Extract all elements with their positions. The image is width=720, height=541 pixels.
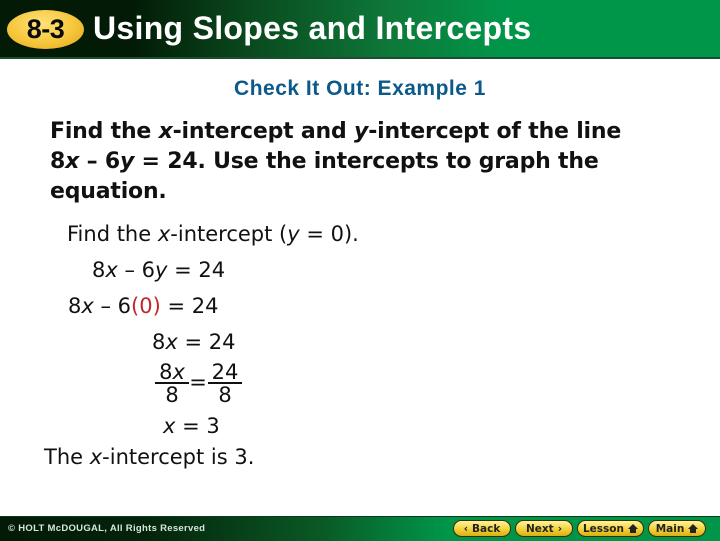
var-x: x: [172, 360, 185, 384]
step-equation-1: 8x – 6y = 24: [92, 258, 225, 282]
var-x: x: [157, 222, 171, 246]
problem-line-2: 8x – 6y = 24. Use the intercepts to grap…: [50, 147, 621, 177]
text: – 6: [79, 149, 121, 174]
text: – 6: [117, 258, 156, 282]
text: 8: [92, 258, 106, 282]
back-label: Back: [472, 522, 501, 535]
lesson-title: Using Slopes and Intercepts: [93, 10, 532, 46]
right-denominator: 8: [218, 383, 232, 407]
step-instruction: Find the x-intercept (y = 0).: [67, 222, 359, 246]
main-button[interactable]: Main: [648, 520, 706, 537]
var-x: x: [105, 258, 118, 282]
text: 8: [50, 149, 66, 174]
copyright-text: © HOLT McDOUGAL, All Rights Reserved: [8, 523, 206, 534]
text: 8: [68, 294, 82, 318]
text: -intercept (: [170, 222, 288, 246]
result-statement: The x-intercept is 3.: [44, 445, 254, 469]
var-x: x: [165, 330, 178, 354]
text: = 0).: [299, 222, 359, 246]
var-x: x: [81, 294, 94, 318]
home-icon: [688, 524, 699, 533]
text: = 3: [175, 414, 220, 438]
lesson-number: 8-3: [26, 14, 65, 44]
var-x: x: [65, 149, 80, 174]
text: = 24. Use the intercepts to graph the: [134, 149, 599, 174]
left-numerator: 8x: [155, 362, 189, 384]
text: 8: [159, 360, 173, 384]
next-button[interactable]: Next ›: [515, 520, 573, 537]
lesson-badge: 8-3: [7, 10, 84, 49]
problem-line-3: equation.: [50, 179, 167, 204]
var-x: x: [163, 414, 176, 438]
var-x: x: [89, 445, 103, 469]
var-x: x: [158, 119, 173, 144]
var-y: y: [354, 119, 369, 144]
back-button[interactable]: ‹ Back: [453, 520, 511, 537]
problem-line-1: Find the x-intercept and y-intercept of …: [50, 117, 621, 147]
text: 8: [152, 330, 166, 354]
text: = 24: [167, 258, 226, 282]
next-label: Next: [525, 522, 554, 535]
text: Find the: [67, 222, 158, 246]
text: – 6: [93, 294, 132, 318]
text: = 24: [177, 330, 236, 354]
footer-bar: © HOLT McDOUGAL, All Rights Reserved ‹ B…: [0, 516, 720, 541]
chevron-left-icon: ‹: [463, 522, 469, 535]
lesson-button[interactable]: Lesson: [577, 520, 644, 537]
home-icon: [628, 524, 638, 533]
example-heading: Check It Out: Example 1: [234, 77, 486, 100]
right-numerator: 24: [208, 362, 242, 384]
text: -intercept of the line: [368, 119, 622, 144]
var-y: y: [119, 149, 135, 174]
header-bar: 8-3 Using Slopes and Intercepts: [0, 0, 720, 59]
main-label: Main: [655, 522, 685, 535]
text: -intercept is 3.: [102, 445, 255, 469]
step-equation-2: 8x – 6(0) = 24: [68, 294, 218, 318]
left-denominator: 8: [165, 383, 179, 407]
text: -intercept and: [172, 119, 355, 144]
step-solution: x = 3: [163, 414, 220, 438]
step-equation-3: 8x = 24: [152, 330, 235, 354]
text: The: [44, 445, 90, 469]
substituted-zero: (0): [131, 294, 161, 318]
text: = 24: [160, 294, 219, 318]
text: Find the: [50, 119, 159, 144]
equals-sign: =: [189, 370, 207, 394]
problem-statement: Find the x-intercept and y-intercept of …: [50, 117, 621, 207]
var-y: y: [155, 258, 168, 282]
lesson-label: Lesson: [582, 522, 624, 535]
chevron-right-icon: ›: [557, 522, 563, 535]
var-y: y: [287, 222, 300, 246]
